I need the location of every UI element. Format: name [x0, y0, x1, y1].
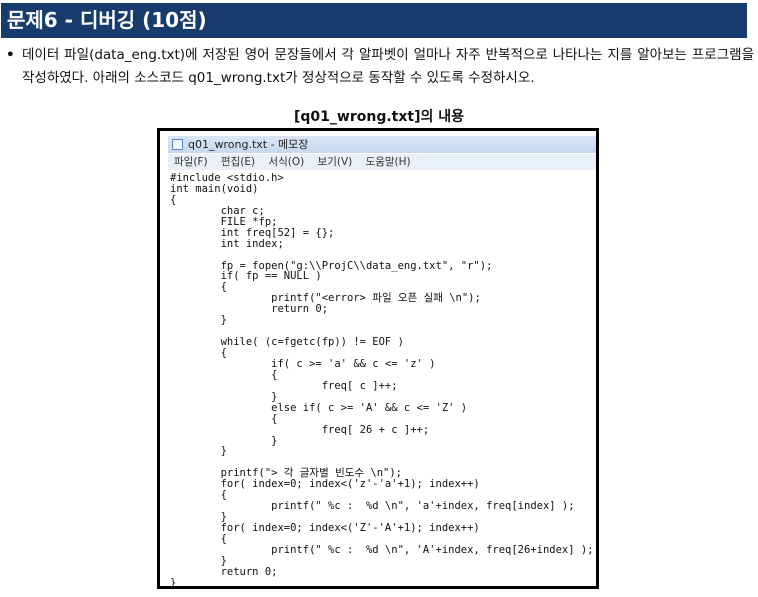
code-line: }	[170, 434, 278, 447]
source-code-text[interactable]: #include <stdio.h> int main(void){ char c…	[170, 173, 596, 589]
code-line: freq[ 26 + c ]++;	[170, 423, 430, 436]
code-line: printf(" %c : %d \n", 'A'+index, freq[26…	[170, 543, 594, 556]
code-line: int index;	[170, 237, 284, 250]
code-line: if( fp == NULL )	[170, 270, 322, 283]
code-line: else if( c >= 'A' && c <= 'Z' )	[170, 401, 468, 414]
code-caption: [q01_wrong.txt]의 내용	[294, 109, 464, 125]
code-line: for( index=0; index<('z'-'a'+1); index++…	[170, 478, 480, 491]
code-line: }	[170, 314, 227, 327]
code-line: }	[170, 576, 177, 589]
menu-help[interactable]: 도움말(H)	[366, 156, 411, 168]
notepad-titlebar: q01_wrong.txt - 메모장	[168, 136, 596, 153]
code-line: while( (c=fgetc(fp)) != EOF )	[170, 336, 404, 349]
page-title: 문제6 - 디버깅 (10점)	[1, 3, 747, 38]
menu-view[interactable]: 보기(V)	[318, 156, 353, 168]
menu-format[interactable]: 서식(O)	[268, 156, 304, 168]
notepad-title: q01_wrong.txt - 메모장	[188, 138, 309, 151]
code-line: return 0;	[170, 303, 329, 316]
question-text: 데이터 파일(data_eng.txt)에 저장된 영어 문장들에서 각 알파벳…	[22, 47, 754, 86]
code-line: printf(" %c : %d \n", 'a'+index, freq[in…	[170, 500, 575, 513]
question-text-block: • 데이터 파일(data_eng.txt)에 저장된 영어 문장들에서 각 알…	[6, 44, 754, 90]
code-line: {	[170, 412, 278, 425]
code-line: int main(void)	[170, 182, 259, 195]
notepad-menubar: 파일(F) 편집(E) 서식(O) 보기(V) 도움말(H)	[168, 154, 596, 170]
code-line: }	[170, 445, 227, 458]
bullet: •	[6, 47, 15, 63]
menu-file[interactable]: 파일(F)	[174, 156, 208, 168]
code-line: for( index=0; index<('Z'-'A'+1); index++…	[170, 522, 480, 534]
code-line: return 0;	[170, 565, 278, 578]
notepad-icon	[172, 139, 183, 150]
code-screenshot-frame: q01_wrong.txt - 메모장 파일(F) 편집(E) 서식(O) 보기…	[157, 128, 599, 589]
menu-edit[interactable]: 편집(E)	[221, 156, 255, 168]
code-line: int freq[52] = {};	[170, 226, 335, 239]
